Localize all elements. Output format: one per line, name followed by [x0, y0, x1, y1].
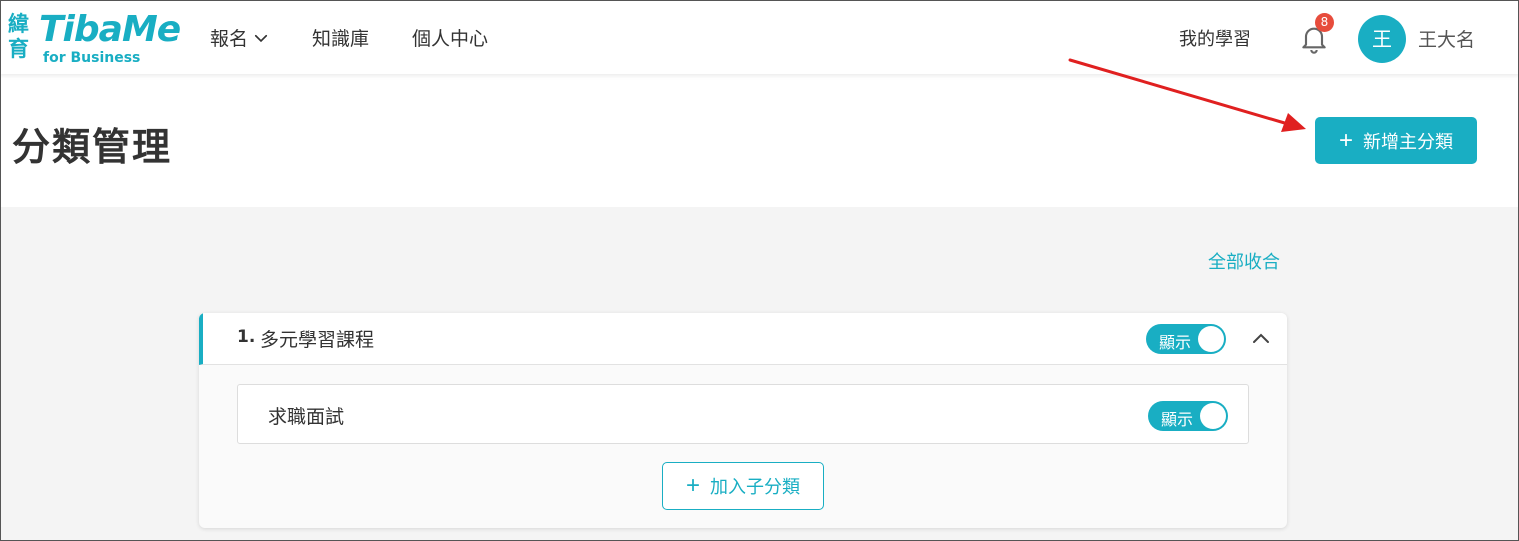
- nav-signup[interactable]: 報名: [210, 24, 270, 51]
- plus-icon: +: [685, 472, 700, 499]
- nav-personal-center[interactable]: 個人中心: [412, 24, 488, 51]
- logo-cjk: 緯育: [8, 12, 29, 61]
- toggle-knob: [1198, 326, 1224, 352]
- page-title: 分類管理: [12, 125, 173, 169]
- category-index: 1.: [237, 327, 256, 347]
- plus-icon: +: [1338, 126, 1353, 154]
- category-header[interactable]: 1. 多元學習課程 顯示: [199, 313, 1287, 365]
- category-list-area: 全部收合 1. 多元學習課程 顯示 求職面試 顯示 + 加入子分類: [0, 207, 1519, 541]
- subcategory-row[interactable]: 求職面試 顯示: [237, 384, 1249, 444]
- logo-brand: TibaMe: [39, 9, 181, 50]
- add-subcategory-button[interactable]: + 加入子分類: [662, 462, 824, 510]
- notification-badge: 8: [1315, 13, 1334, 32]
- logo-subtitle: for Business: [43, 50, 141, 66]
- category-card: 1. 多元學習課程 顯示 求職面試 顯示 + 加入子分類: [199, 313, 1287, 528]
- add-main-category-label: 新增主分類: [1363, 131, 1453, 152]
- avatar[interactable]: 王: [1358, 15, 1406, 63]
- toggle-knob: [1200, 403, 1226, 429]
- collapse-all-link[interactable]: 全部收合: [1208, 248, 1280, 274]
- nav-knowledge-base[interactable]: 知識庫: [312, 24, 369, 51]
- logo[interactable]: 緯育 TibaMe for Business: [8, 9, 181, 66]
- add-main-category-button[interactable]: + 新增主分類: [1315, 117, 1477, 164]
- subcategory-name: 求職面試: [268, 406, 345, 428]
- username[interactable]: 王大名: [1418, 25, 1475, 52]
- my-learning-link[interactable]: 我的學習: [1179, 25, 1251, 51]
- chevron-up-icon[interactable]: [1249, 327, 1273, 351]
- category-visibility-toggle[interactable]: 顯示: [1146, 324, 1226, 354]
- chevron-down-icon: [254, 34, 268, 42]
- category-name: 多元學習課程: [260, 329, 375, 351]
- nav-signup-label: 報名: [210, 28, 249, 50]
- toggle-label: 顯示: [1159, 333, 1192, 352]
- top-navbar: 緯育 TibaMe for Business 報名 知識庫 個人中心 我的學習 …: [0, 0, 1519, 74]
- toggle-label: 顯示: [1161, 410, 1194, 429]
- add-subcategory-label: 加入子分類: [710, 477, 800, 497]
- subcategory-visibility-toggle[interactable]: 顯示: [1148, 401, 1228, 431]
